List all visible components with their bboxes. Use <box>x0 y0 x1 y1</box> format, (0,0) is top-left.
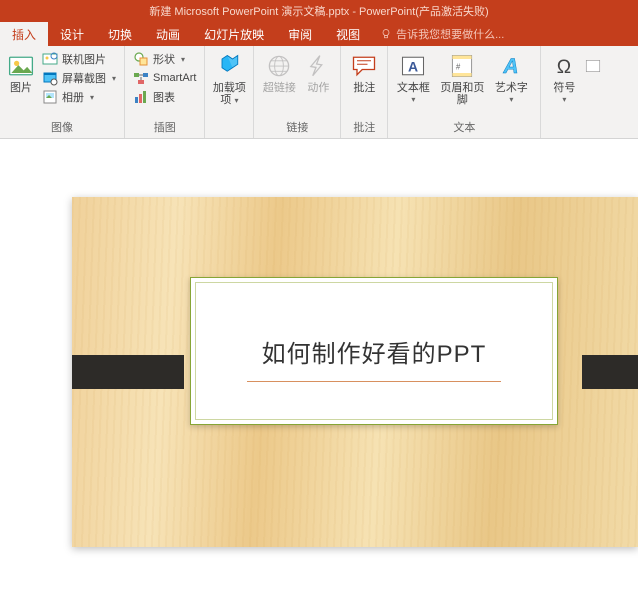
smartart-button[interactable]: SmartArt <box>131 69 198 87</box>
svg-text:Ω: Ω <box>557 57 571 78</box>
group-links: 超链接 动作 链接 <box>254 46 341 138</box>
tab-insert[interactable]: 插入 <box>0 22 48 46</box>
dropdown-arrow-icon: ▾ <box>181 55 185 64</box>
chart-button[interactable]: 图表 <box>131 88 198 106</box>
title-placeholder[interactable]: 如何制作好看的PPT <box>190 277 558 425</box>
window-title: 新建 Microsoft PowerPoint 演示文稿.pptx - Powe… <box>149 3 488 19</box>
tab-slideshow[interactable]: 幻灯片放映 <box>192 22 276 46</box>
online-pictures-icon <box>42 51 58 67</box>
svg-text:A: A <box>408 58 418 74</box>
decor-bar-right <box>582 355 638 389</box>
group-comments: 批注 批注 <box>341 46 388 138</box>
tab-review[interactable]: 审阅 <box>276 22 324 46</box>
hyperlink-icon <box>265 52 293 80</box>
action-button[interactable]: 动作 <box>300 48 336 96</box>
group-text: A 文本框 ▾ # 页眉和页脚 A 艺术字 ▾ 文本 <box>388 46 541 138</box>
group-illustrations: 形状▾ SmartArt 图表 插图 <box>125 46 205 138</box>
comment-icon <box>350 52 378 80</box>
svg-text:A: A <box>503 55 519 78</box>
tab-animations[interactable]: 动画 <box>144 22 192 46</box>
hyperlink-button[interactable]: 超链接 <box>258 48 300 96</box>
photo-album-icon <box>42 89 58 105</box>
symbol-icon: Ω <box>550 52 578 80</box>
tab-view[interactable]: 视图 <box>324 22 372 46</box>
addins-button[interactable]: 加载项 项 ▾ <box>209 48 249 108</box>
tell-me-search[interactable]: 告诉我您想要做什么... <box>372 22 512 46</box>
group-addins: 加载项 项 ▾ <box>205 46 254 138</box>
object-button[interactable] <box>583 48 603 84</box>
lightbulb-icon <box>380 28 392 40</box>
textbox-button[interactable]: A 文本框 ▾ <box>392 48 434 106</box>
chart-icon <box>133 89 149 105</box>
header-footer-icon: # <box>448 52 476 80</box>
group-symbols: Ω 符号 ▾ <box>541 46 607 138</box>
svg-text:#: # <box>456 63 461 72</box>
slide[interactable]: 如何制作好看的PPT <box>72 197 638 547</box>
group-images: 图片 联机图片 屏幕截图▾ 相册▾ 图像 <box>0 46 125 138</box>
wordart-button[interactable]: A 艺术字 ▾ <box>490 48 532 106</box>
screenshot-icon <box>42 70 58 86</box>
header-footer-button[interactable]: # 页眉和页脚 <box>434 48 490 108</box>
shapes-icon <box>133 51 149 67</box>
textbox-icon: A <box>399 52 427 80</box>
action-icon <box>304 52 332 80</box>
tab-transitions[interactable]: 切换 <box>96 22 144 46</box>
symbol-button[interactable]: Ω 符号 ▾ <box>545 48 583 106</box>
dropdown-arrow-icon: ▾ <box>90 93 94 102</box>
slide-canvas[interactable]: 如何制作好看的PPT <box>0 139 638 609</box>
object-icon <box>584 52 602 80</box>
tab-design[interactable]: 设计 <box>48 22 96 46</box>
screenshot-button[interactable]: 屏幕截图▾ <box>40 69 118 87</box>
dropdown-arrow-icon: ▾ <box>112 74 116 83</box>
online-pictures-button[interactable]: 联机图片 <box>40 50 118 68</box>
smartart-icon <box>133 70 149 86</box>
decor-bar-left <box>72 355 184 389</box>
ribbon: 图片 联机图片 屏幕截图▾ 相册▾ 图像 <box>0 46 638 139</box>
dropdown-arrow-icon: ▾ <box>411 95 415 104</box>
dropdown-arrow-icon: ▾ <box>509 95 513 104</box>
ribbon-tabs: 插入 设计 切换 动画 幻灯片放映 审阅 视图 告诉我您想要做什么... <box>0 22 638 46</box>
title-bar: 新建 Microsoft PowerPoint 演示文稿.pptx - Powe… <box>0 0 638 22</box>
picture-icon <box>7 52 35 80</box>
photo-album-button[interactable]: 相册▾ <box>40 88 118 106</box>
shapes-button[interactable]: 形状▾ <box>131 50 198 68</box>
wordart-icon: A <box>497 52 525 80</box>
addins-icon <box>215 52 243 80</box>
dropdown-arrow-icon: ▾ <box>562 95 566 104</box>
comment-button[interactable]: 批注 <box>345 48 383 96</box>
pictures-button[interactable]: 图片 <box>4 48 38 96</box>
